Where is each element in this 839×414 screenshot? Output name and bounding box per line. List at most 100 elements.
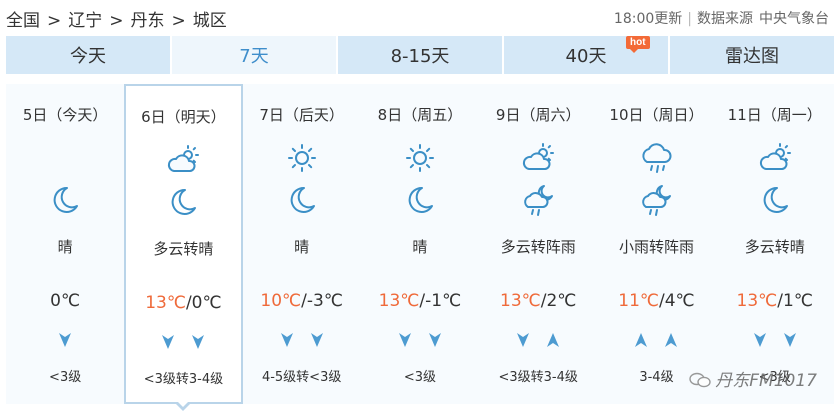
forecast-day[interactable]: 9日（周六） 多云转阵雨 13℃/2℃ <3级转3-4级 [479, 84, 597, 404]
forecast-days: 5日（今天） 晴 0℃ <3级 6日（明天） 多云转晴 13℃/0℃ <3级转3-4级 7日（后… [6, 84, 834, 411]
breadcrumb-country[interactable]: 全国 [6, 11, 40, 31]
moon-icon [53, 186, 79, 213]
watermark: 丹东FM1017 [689, 366, 817, 391]
source-label: 数据来源 [697, 11, 753, 27]
temperature-low: 1℃ [783, 291, 813, 311]
moon-icon [763, 186, 788, 213]
wind-arrow-up-icon [635, 333, 648, 347]
wind-arrow-up-icon [547, 333, 560, 347]
wind-level: <3级转3-4级 [498, 370, 578, 385]
wind-direction [745, 330, 805, 350]
weather-description: 晴 [294, 238, 310, 256]
forecast-day[interactable]: 11日（周一） 多云转晴 13℃/1℃ <3级 [716, 84, 834, 404]
rain-icon [642, 143, 672, 173]
wechat-icon [689, 372, 711, 388]
tab-40-days[interactable]: 40天 hot [504, 36, 670, 74]
temperature-high: 13℃ [378, 291, 420, 311]
forecast-day[interactable]: 5日（今天） 晴 0℃ <3级 [6, 84, 124, 404]
sun-icon [405, 144, 434, 172]
wind-direction [508, 330, 568, 350]
weather-description: 多云转晴 [153, 240, 214, 258]
moon-icon [290, 186, 315, 213]
weather-description: 多云转阵雨 [500, 238, 576, 256]
wind-level: 4-5级转<3级 [261, 370, 342, 385]
breadcrumb: 全国 > 辽宁 > 丹东 > 城区 [6, 6, 227, 31]
temperature-high: 11℃ [618, 291, 659, 311]
breadcrumb-district: 城区 [192, 11, 227, 31]
forecast-day[interactable]: 7日（后天） 晴 10℃/-3℃ 4-5级转<3级 [243, 84, 361, 404]
temperature: 13℃/2℃ [479, 291, 597, 311]
night-shower-icon [642, 185, 672, 216]
wind-level: <3级转3-4级 [143, 372, 224, 387]
wind-arrow-down-icon [398, 333, 411, 347]
tab-label: 雷达图 [725, 46, 779, 67]
weather-description: 小雨转阵雨 [618, 238, 694, 256]
temperature-low: 2℃ [546, 291, 577, 311]
tab-7-days[interactable]: 7天 [172, 36, 338, 74]
forecast-date: 5日（今天） [22, 106, 108, 124]
night-shower-icon [524, 185, 554, 216]
source-name: 中央气象台 [759, 11, 829, 27]
forecast-date: 11日（周一） [727, 106, 822, 124]
partly-cloudy-icon [523, 143, 555, 170]
partly-cloudy-icon [759, 143, 791, 170]
wind-arrow-down-icon [783, 333, 796, 347]
wind-arrow-down-icon [162, 335, 175, 349]
header: 全国 > 辽宁 > 丹东 > 城区 18:00更新 | 数据来源 中央气象台 [0, 0, 839, 34]
forecast-date: 8日（周五） [377, 106, 463, 124]
forecast-day[interactable]: 6日（明天） 多云转晴 13℃/0℃ <3级转3-4级 [124, 84, 243, 411]
meta-divider: | [687, 11, 692, 27]
forecast-date: 7日（后天） [259, 106, 344, 124]
forecast-day[interactable]: 10日（周日） 小雨转阵雨 11℃/4℃ 3-4级 [597, 84, 715, 404]
breadcrumb-separator: > [171, 11, 186, 31]
temperature: 13℃/1℃ [716, 291, 834, 311]
temperature: 10℃/-3℃ [243, 291, 361, 311]
tab-radar[interactable]: 雷达图 [670, 36, 834, 74]
breadcrumb-province[interactable]: 辽宁 [68, 11, 102, 31]
tab-label: 今天 [70, 46, 106, 67]
breadcrumb-city[interactable]: 丹东 [131, 11, 165, 31]
temperature-low: -1℃ [425, 291, 462, 311]
hot-badge: hot [626, 36, 650, 53]
wind-arrow-up-icon [665, 333, 678, 347]
temperature-low: 0℃ [50, 291, 81, 311]
breadcrumb-separator: > [47, 11, 62, 31]
moon-icon [172, 188, 197, 215]
temperature-high: 13℃ [500, 291, 541, 311]
forecast-date: 6日（明天） [141, 108, 226, 126]
temperature: 13℃/-1℃ [361, 291, 479, 311]
update-meta: 18:00更新 | 数据来源 中央气象台 [614, 8, 829, 28]
wind-arrow-down-icon [428, 333, 441, 347]
tab-today[interactable]: 今天 [6, 36, 172, 74]
temperature: 11℃/4℃ [597, 291, 715, 311]
partly-cloudy-icon [168, 145, 200, 172]
temperature: 13℃/0℃ [126, 293, 240, 313]
forecast-date: 9日（周六） [495, 106, 581, 124]
selected-caret [175, 401, 192, 411]
watermark-text: 丹东FM1017 [715, 371, 817, 391]
temperature-high: 13℃ [145, 293, 186, 313]
temperature: 0℃ [6, 291, 124, 311]
wind-direction [626, 330, 686, 350]
weather-description: 晴 [412, 238, 428, 256]
update-time: 18:00更新 [613, 11, 683, 27]
wind-direction [390, 330, 450, 350]
wind-arrow-down-icon [59, 333, 72, 347]
forecast-day[interactable]: 8日（周五） 晴 13℃/-1℃ <3级 [361, 84, 479, 404]
moon-icon [408, 186, 433, 213]
tab-8-15-days[interactable]: 8-15天 [338, 36, 504, 74]
temperature-low: 4℃ [664, 291, 695, 311]
tab-label: 8-15天 [390, 46, 450, 67]
tab-label: 40天 [565, 46, 607, 67]
temperature-low: 0℃ [191, 293, 222, 313]
weather-description: 多云转晴 [744, 238, 805, 256]
tab-label: 7天 [239, 46, 269, 67]
wind-arrow-down-icon [280, 333, 293, 347]
breadcrumb-separator: > [109, 11, 124, 31]
forecast-tabs: 今天 7天 8-15天 40天 hot 雷达图 [6, 36, 834, 74]
wind-level: <3级 [403, 370, 437, 385]
weather-description: 晴 [57, 238, 73, 256]
wind-arrow-down-icon [192, 335, 205, 349]
wind-arrow-down-icon [517, 333, 530, 347]
wind-direction [55, 330, 75, 350]
